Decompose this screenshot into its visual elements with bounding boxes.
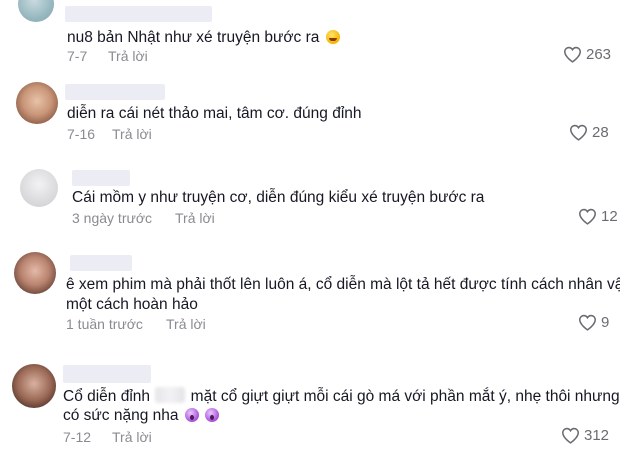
comment-text: diễn ra cái nét thảo mai, tâm cơ. đúng đ… [67,105,362,122]
like-count: 12 [601,208,618,225]
heart-icon [561,427,580,444]
like-button[interactable]: 9 [578,314,609,331]
comment-text-content: nu8 bản Nhật như xé truyện bước ra [67,29,320,46]
comment-text: nu8 bản Nhật như xé truyện bước ra [67,27,340,48]
blurred-text [155,387,186,403]
like-count: 263 [586,46,612,63]
comment-date: 7-16 [67,126,96,142]
username-placeholder[interactable] [65,84,165,100]
comment-item: nu8 bản Nhật như xé truyện bước ra 7-7 T… [0,0,620,80]
screaming-face-emoji [184,408,199,422]
username-placeholder[interactable] [63,365,151,383]
reply-button[interactable]: Trả lời [112,126,152,142]
heart-icon [578,208,597,225]
like-count: 9 [601,314,610,331]
comment-text-part-2: mặt cổ giựt giựt mỗi cái gò má với phần … [190,388,620,405]
avatar[interactable] [20,169,58,207]
comment-text-line-1: ê xem phim mà phải thốt lên luôn á, cổ d… [66,276,620,293]
avatar[interactable] [18,0,54,22]
like-count: 28 [592,124,609,141]
avatar[interactable] [12,364,56,408]
like-button[interactable]: 28 [569,124,609,141]
like-button[interactable]: 12 [578,208,618,225]
reply-button[interactable]: Trả lời [166,316,206,332]
username-placeholder[interactable] [70,255,132,271]
comment-text-line-2: một cách hoàn hảo [66,296,198,313]
comment-text: Cái mồm y như truyện cơ, diễn đúng kiểu … [72,189,485,206]
comment-item: Cổ diễn đỉnh mặt cổ giựt giựt mỗi cái gò… [0,362,620,462]
reply-button[interactable]: Trả lời [108,48,148,64]
reply-button[interactable]: Trả lời [175,210,215,226]
comment-text-line-2: có sức nặng nha [63,405,220,426]
comment-item: Cái mồm y như truyện cơ, diễn đúng kiểu … [0,165,620,245]
comment-date: 7-12 [63,429,92,445]
comment-date: 7-7 [67,48,88,64]
comment-text-line-1: Cổ diễn đỉnh mặt cổ giựt giựt mỗi cái gò… [63,386,620,407]
comment-text-content: có sức nặng nha [63,407,179,424]
comment-item: diễn ra cái nét thảo mai, tâm cơ. đúng đ… [0,80,620,160]
username-placeholder[interactable] [65,6,212,22]
rolling-laugh-emoji [325,30,340,44]
comment-date: 1 tuần trước [66,316,143,332]
avatar[interactable] [14,252,56,294]
comment-date: 3 ngày trước [72,210,153,226]
comment-text-part-1: Cổ diễn đỉnh [63,388,151,405]
comment-item: ê xem phim mà phải thốt lên luôn á, cổ d… [0,250,620,350]
username-placeholder[interactable] [72,170,130,186]
avatar[interactable] [16,82,58,124]
like-button[interactable]: 263 [563,46,611,63]
heart-icon [563,46,582,63]
like-button[interactable]: 312 [561,427,609,444]
reply-button[interactable]: Trả lời [112,429,152,445]
heart-icon [569,124,588,141]
screaming-face-emoji [205,408,220,422]
heart-icon [578,314,597,331]
like-count: 312 [584,427,610,444]
